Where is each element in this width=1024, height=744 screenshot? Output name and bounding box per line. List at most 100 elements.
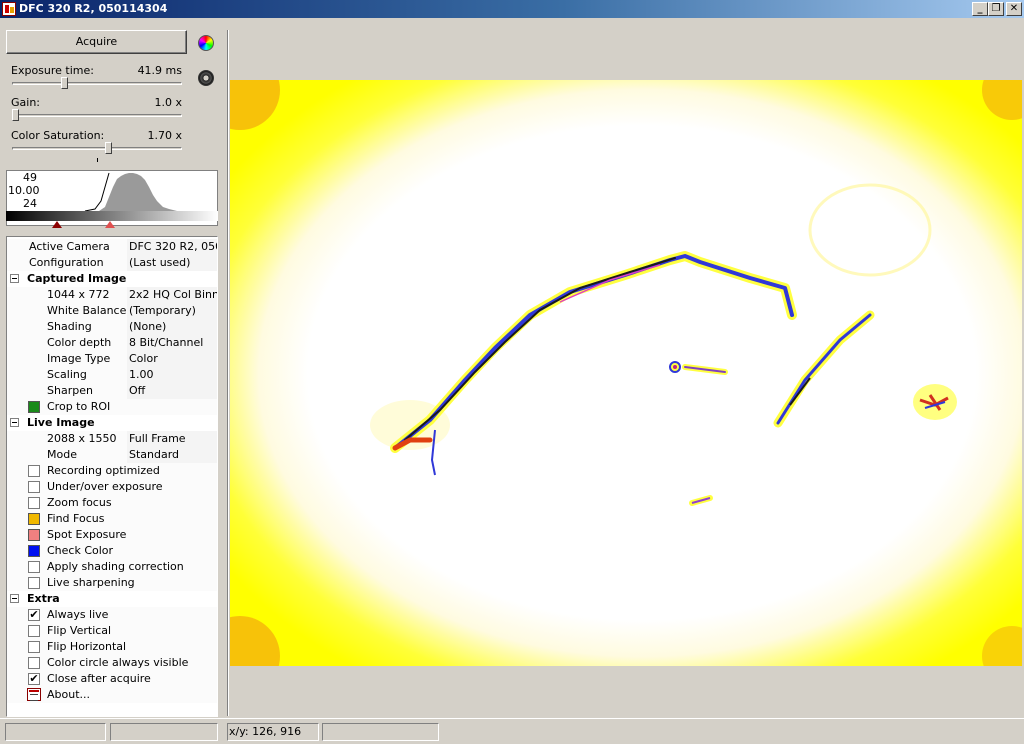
corner-speckle (982, 80, 1022, 120)
row-under-over-exposure[interactable]: Under/over exposure (7, 479, 217, 495)
find-focus-swatch[interactable] (28, 513, 40, 525)
exposure-slider-thumb[interactable] (60, 77, 68, 89)
coordinates-readout: x/y: 126, 916 (227, 723, 319, 741)
zoom-focus-checkbox[interactable] (28, 497, 40, 509)
row-color-circle[interactable]: Color circle always visible (7, 655, 217, 671)
live-sharpening-label: Live sharpening (47, 576, 135, 589)
row-zoom-focus[interactable]: Zoom focus (7, 495, 217, 511)
configuration-label: Configuration (29, 256, 104, 269)
status-pane-1 (5, 723, 106, 741)
section-extra[interactable]: Extra (7, 591, 217, 607)
flip-vertical-checkbox[interactable] (28, 625, 40, 637)
aperture-icon[interactable] (198, 70, 214, 86)
color-circle-checkbox[interactable] (28, 657, 40, 669)
row-find-focus[interactable]: Find Focus (7, 511, 217, 527)
window-title: DFC 320 R2, 050114304 (19, 2, 168, 15)
row-configuration[interactable]: Configuration (Last used) (7, 255, 217, 271)
row-spot-exposure[interactable]: Spot Exposure (7, 527, 217, 543)
row-crop-to-roi[interactable]: Crop to ROI (7, 399, 217, 415)
collapse-icon[interactable] (10, 594, 19, 603)
histogram-gradient-bar (6, 211, 218, 221)
status-bar: x/y: 126, 916 (0, 718, 1024, 744)
spot-exposure-label: Spot Exposure (47, 528, 127, 541)
row-shading[interactable]: Shading (None) (7, 319, 217, 335)
row-image-type[interactable]: Image Type Color (7, 351, 217, 367)
row-check-color[interactable]: Check Color (7, 543, 217, 559)
fiber (773, 310, 875, 428)
row-live-sharpening[interactable]: Live sharpening (7, 575, 217, 591)
row-live-resolution[interactable]: 2088 x 1550 Full Frame (7, 431, 217, 447)
color-circle-label: Color circle always visible (47, 656, 189, 669)
shading-label: Shading (47, 320, 92, 333)
row-mode[interactable]: Mode Standard (7, 447, 217, 463)
fiber (404, 257, 676, 441)
spot-exposure-swatch[interactable] (28, 529, 40, 541)
minimize-button[interactable]: _ (972, 2, 988, 16)
saturation-slider-track[interactable] (12, 147, 182, 150)
about-icon[interactable] (27, 688, 41, 701)
row-flip-vertical[interactable]: Flip Vertical (7, 623, 217, 639)
row-scaling[interactable]: Scaling 1.00 (7, 367, 217, 383)
check-color-swatch[interactable] (28, 545, 40, 557)
image-type-value: Color (129, 352, 158, 365)
row-sharpen[interactable]: Sharpen Off (7, 383, 217, 399)
row-close-after-acquire[interactable]: ✔ Close after acquire (7, 671, 217, 687)
gain-label: Gain: (11, 96, 40, 109)
shading-value: (None) (129, 320, 167, 333)
scaling-label: Scaling (47, 368, 87, 381)
under-over-exposure-label: Under/over exposure (47, 480, 163, 493)
find-focus-label: Find Focus (47, 512, 105, 525)
row-recording-optimized[interactable]: Recording optimized (7, 463, 217, 479)
live-resolution-value: Full Frame (129, 432, 186, 445)
saturation-label: Color Saturation: (11, 129, 105, 142)
histogram-curve (84, 172, 110, 212)
row-active-camera[interactable]: Active Camera DFC 320 R2, 0501 (7, 239, 217, 255)
configuration-value: (Last used) (129, 256, 191, 269)
always-live-label: Always live (47, 608, 109, 621)
acquire-button[interactable]: Acquire (6, 30, 187, 54)
histogram-distribution (97, 173, 177, 211)
scaling-value: 1.00 (129, 368, 154, 381)
collapse-icon[interactable] (10, 418, 19, 427)
exposure-slider-track[interactable] (12, 82, 182, 85)
control-panel: Acquire Exposure time: 41.9 ms Gain: 1.0… (0, 18, 226, 717)
active-camera-label: Active Camera (29, 240, 110, 253)
corner-speckle (230, 80, 280, 130)
restore-button[interactable]: ❐ (988, 2, 1004, 16)
recording-optimized-checkbox[interactable] (28, 465, 40, 477)
low-level-marker[interactable] (51, 221, 62, 228)
collapse-icon[interactable] (10, 274, 19, 283)
gain-value: 1.0 x (154, 96, 183, 109)
row-color-depth[interactable]: Color depth 8 Bit/Channel (7, 335, 217, 351)
extra-title: Extra (27, 592, 60, 605)
live-sharpening-checkbox[interactable] (28, 577, 40, 589)
crop-to-roi-swatch[interactable] (28, 401, 40, 413)
check-color-label: Check Color (47, 544, 114, 557)
row-white-balance[interactable]: White Balance (Temporary) (7, 303, 217, 319)
always-live-checkbox[interactable]: ✔ (28, 609, 40, 621)
section-live-image[interactable]: Live Image (7, 415, 217, 431)
mode-value: Standard (129, 448, 180, 461)
properties-tree: Active Camera DFC 320 R2, 0501 Configura… (6, 236, 218, 717)
row-about[interactable]: About... (7, 687, 217, 703)
gain-slider-thumb[interactable] (12, 109, 19, 121)
row-apply-shading-correction[interactable]: Apply shading correction (7, 559, 217, 575)
live-image[interactable] (230, 80, 1022, 666)
close-after-acquire-label: Close after acquire (47, 672, 151, 685)
row-flip-horizontal[interactable]: Flip Horizontal (7, 639, 217, 655)
row-captured-resolution[interactable]: 1044 x 772 2x2 HQ Col Binning (7, 287, 217, 303)
exposure-label: Exposure time: (11, 64, 94, 77)
under-over-exposure-checkbox[interactable] (28, 481, 40, 493)
close-button[interactable]: ✕ (1006, 2, 1022, 16)
close-after-acquire-checkbox[interactable]: ✔ (28, 673, 40, 685)
gain-slider-track[interactable] (12, 114, 182, 117)
app-icon[interactable] (2, 2, 16, 16)
flip-horizontal-checkbox[interactable] (28, 641, 40, 653)
status-pane-4 (322, 723, 439, 741)
color-wheel-icon[interactable] (198, 35, 214, 51)
apply-shading-correction-checkbox[interactable] (28, 561, 40, 573)
section-captured-image[interactable]: Captured Image (7, 271, 217, 287)
saturation-slider-thumb[interactable] (104, 142, 112, 154)
high-level-marker[interactable] (104, 221, 115, 228)
row-always-live[interactable]: ✔ Always live (7, 607, 217, 623)
